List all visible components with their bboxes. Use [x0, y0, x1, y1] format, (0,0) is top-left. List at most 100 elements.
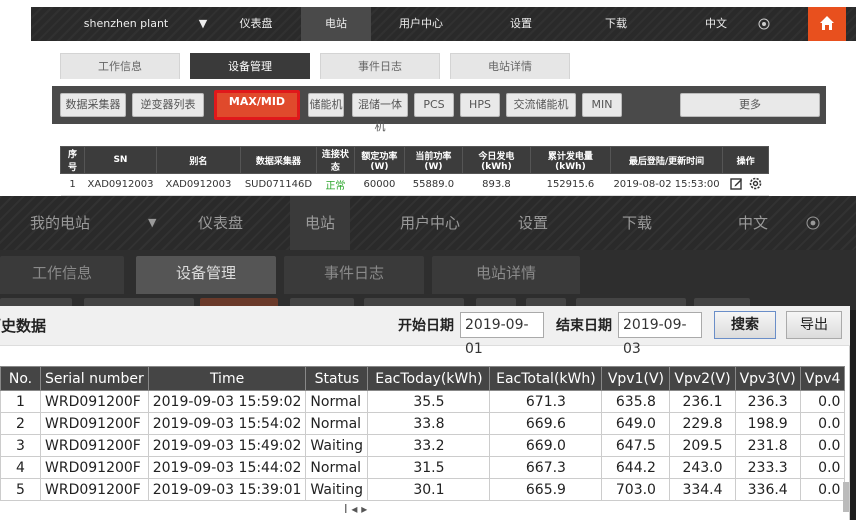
nav-dashboard[interactable]: 仪表盘: [198, 196, 258, 250]
history-table-body: 1 WRD091200F 2019-09-03 15:59:02 Normal 35.5…: [0, 390, 846, 501]
col-header: No.: [0, 366, 41, 391]
cell: 1: [0, 390, 41, 413]
export-button[interactable]: 导出: [786, 311, 842, 339]
nav-settings[interactable]: 设置: [481, 7, 561, 41]
device-btn-ac-storage[interactable]: 交流储能机: [506, 93, 576, 117]
cell: 336.4: [734, 478, 801, 501]
cell: 0.0: [799, 434, 846, 457]
cell: 334.4: [669, 478, 736, 501]
device-btn-datalogger[interactable]: 数据采集器: [60, 93, 126, 117]
table-row[interactable]: 5 WRD091200F 2019-09-03 15:39:01 Waiting 30.…: [0, 478, 846, 501]
cell: 669.0: [489, 434, 603, 457]
device-btn-max-mid[interactable]: MAX/MID: [214, 90, 300, 120]
language-dropdown-icon[interactable]: [806, 196, 826, 250]
col-header: EacToday(kWh): [367, 366, 491, 391]
edit-icon[interactable]: [729, 177, 743, 190]
col-header: 今日发电(kWh): [461, 146, 531, 174]
tab-plant-details[interactable]: 电站详情: [450, 53, 570, 79]
status-cell: 正常: [316, 173, 355, 196]
table-row[interactable]: 2 WRD091200F 2019-09-03 15:54:02 Normal 33.8…: [0, 412, 846, 435]
tab-event-log[interactable]: 事件日志: [284, 256, 424, 294]
table-row[interactable]: 3 WRD091200F 2019-09-03 15:49:02 Waiting 33.…: [0, 434, 846, 457]
cell: 2019-09-03 15:59:02: [147, 390, 307, 413]
plant-dropdown-icon[interactable]: ▼: [148, 196, 168, 250]
home-button[interactable]: [808, 7, 846, 41]
language-select[interactable]: 中文: [738, 196, 778, 250]
actions-cell: [722, 173, 769, 196]
plant-select-label: shenzhen plant: [83, 17, 169, 30]
device-btn-min[interactable]: MIN: [582, 93, 622, 117]
cell: 35.5: [367, 390, 491, 413]
col-header: Vpv1(V): [601, 366, 671, 391]
plant-dropdown-icon[interactable]: ▼: [191, 7, 215, 41]
nav-plant[interactable]: 电站: [290, 196, 350, 250]
cell: 152915.6: [530, 173, 611, 196]
cell: 31.5: [367, 456, 491, 479]
home-icon: [820, 16, 834, 30]
device-btn-more[interactable]: 更多: [680, 93, 820, 117]
language-select[interactable]: 中文: [691, 7, 741, 41]
table-row[interactable]: 4 WRD091200F 2019-09-03 15:44:02 Normal 31.5…: [0, 456, 846, 479]
cell: 1: [60, 173, 85, 196]
tab-device-management[interactable]: 设备管理: [190, 53, 310, 79]
settings-icon[interactable]: [749, 177, 762, 190]
pagination[interactable]: Ι ◂ ▸: [344, 502, 367, 516]
nav-download[interactable]: 下载: [581, 7, 651, 41]
plant-select[interactable]: shenzhen plant: [71, 7, 181, 41]
table-row[interactable]: 1 WRD091200F 2019-09-03 15:59:02 Normal 35.5…: [0, 390, 846, 413]
start-date-input[interactable]: 2019-09-01: [460, 312, 544, 357]
cell: 667.3: [489, 456, 603, 479]
top-panel: shenzhen plant ▼ 仪表盘 电站 用户中心 设置 下载 中文 工作…: [0, 0, 856, 196]
plant-select[interactable]: 我的电站: [30, 196, 130, 250]
device-btn-storage[interactable]: 储能机: [308, 93, 344, 117]
cell: WRD091200F: [40, 390, 149, 413]
top-nav-bar: shenzhen plant ▼ 仪表盘 电站 用户中心 设置 下载 中文: [31, 7, 856, 41]
nav-download[interactable]: 下载: [622, 196, 682, 250]
nav-plant[interactable]: 电站: [301, 7, 371, 41]
col-header: SN: [84, 146, 157, 174]
table-row[interactable]: 1 XAD0912003 XAD0912003 SUD071146D 正常 60…: [60, 173, 769, 196]
cell: 0.0: [799, 390, 846, 413]
tab-event-log[interactable]: 事件日志: [320, 53, 440, 79]
nav-dashboard[interactable]: 仪表盘: [221, 7, 291, 41]
cell: 0.0: [799, 456, 846, 479]
cell: XAD0912003: [84, 173, 157, 196]
cell: 649.0: [601, 412, 671, 435]
start-date-label: 开始日期: [398, 318, 454, 334]
device-btn-hps[interactable]: HPS: [460, 93, 500, 117]
col-header: 操作: [722, 146, 770, 174]
tab-device-management[interactable]: 设备管理: [136, 256, 276, 294]
nav-user-center[interactable]: 用户中心: [400, 196, 480, 250]
col-header: Vpv3(V): [734, 366, 801, 391]
status-cell: Normal: [305, 456, 369, 479]
device-btn-hybrid[interactable]: 混储一体机: [352, 93, 408, 133]
tab-work-info[interactable]: 工作信息: [0, 256, 124, 294]
scrollbar-edge[interactable]: [843, 482, 849, 512]
bottom-tab-bar: 工作信息 设备管理 事件日志 电站详情: [0, 250, 856, 294]
nav-settings[interactable]: 设置: [518, 196, 578, 250]
tab-work-info[interactable]: 工作信息: [60, 53, 180, 79]
cell: 671.3: [489, 390, 603, 413]
col-header: Vpv4: [799, 366, 846, 391]
end-date-input[interactable]: 2019-09-03: [618, 312, 702, 357]
cell: 236.3: [734, 390, 801, 413]
cell: 665.9: [489, 478, 603, 501]
search-button[interactable]: 搜索: [714, 311, 776, 339]
history-header: 历史数据 开始日期 2019-09-01 结束日期 2019-09-03 搜索 …: [0, 306, 850, 357]
cell: 55889.0: [404, 173, 463, 196]
status-cell: Normal: [305, 390, 369, 413]
language-dropdown-icon[interactable]: [749, 7, 779, 41]
cell: 2: [0, 412, 41, 435]
cell: 3: [0, 434, 41, 457]
cell: 635.8: [601, 390, 671, 413]
tab-plant-details[interactable]: 电站详情: [432, 256, 580, 294]
cell: 198.9: [734, 412, 801, 435]
device-btn-pcs[interactable]: PCS: [414, 93, 454, 117]
screenshot-root: shenzhen plant ▼ 仪表盘 电站 用户中心 设置 下载 中文 工作…: [0, 0, 856, 520]
cell: 233.3: [734, 456, 801, 479]
cell: 893.8: [462, 173, 531, 196]
status-cell: Waiting: [305, 478, 369, 501]
device-btn-inverter-list[interactable]: 逆变器列表: [132, 93, 204, 117]
col-header: 额定功率(W): [353, 146, 405, 174]
nav-user-center[interactable]: 用户中心: [381, 7, 461, 41]
